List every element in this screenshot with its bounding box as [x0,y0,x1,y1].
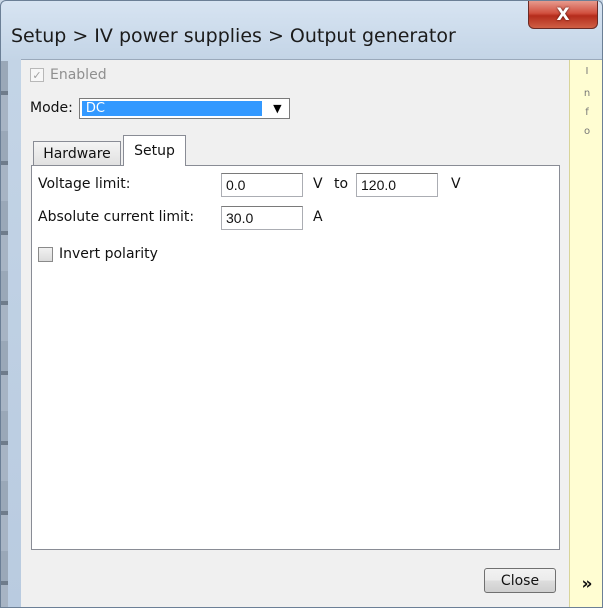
expand-info-icon[interactable]: » [570,574,602,594]
tab-setup[interactable]: Setup [123,135,186,166]
current-unit: A [313,209,323,225]
close-button[interactable]: Close [484,568,556,593]
close-icon: X [556,4,570,25]
info-letter-1: I [585,66,589,77]
tab-hardware[interactable]: Hardware [33,141,121,165]
title-bar[interactable]: Setup > IV power supplies > Output gener… [1,1,602,59]
invert-polarity-checkbox[interactable] [38,246,53,262]
current-limit-label: Absolute current limit: [38,209,195,225]
info-letter-2: n [583,88,591,99]
dialog-client-area: ✓ Enabled Mode: DC ▼ Hardware Setup Volt… [21,59,602,607]
current-limit-input[interactable] [221,206,303,230]
enabled-label: Enabled [50,67,107,83]
voltage-max-input[interactable] [356,173,438,197]
voltage-min-input[interactable] [221,173,303,197]
voltage-limit-label: Voltage limit: [38,176,131,192]
enabled-checkbox: ✓ [30,68,44,82]
dropdown-arrow-icon[interactable]: ▼ [268,100,287,117]
setup-tab-panel: Voltage limit: V to V Absolute current l… [31,165,560,550]
window-title: Setup > IV power supplies > Output gener… [11,25,456,47]
info-letter-3: f [585,107,589,118]
mode-select[interactable]: DC ▼ [78,97,290,119]
mode-label: Mode: [30,100,73,116]
enabled-checkbox-row: ✓ Enabled [30,65,107,85]
info-letter-4: o [583,126,591,137]
info-panel[interactable]: I n f o » [569,60,602,607]
invert-polarity-label[interactable]: Invert polarity [59,246,158,262]
invert-polarity-row[interactable]: Invert polarity [38,244,158,264]
dialog-window: Setup > IV power supplies > Output gener… [0,0,603,608]
mode-row: Mode: DC ▼ [30,97,290,119]
voltage-to-label: to [334,176,349,192]
window-close-button[interactable]: X [528,1,598,29]
mode-selected-value: DC [81,100,262,116]
check-icon: ✓ [32,68,42,82]
window-left-edge [1,61,8,607]
voltage-min-unit: V [313,176,323,192]
voltage-max-unit: V [451,176,461,192]
